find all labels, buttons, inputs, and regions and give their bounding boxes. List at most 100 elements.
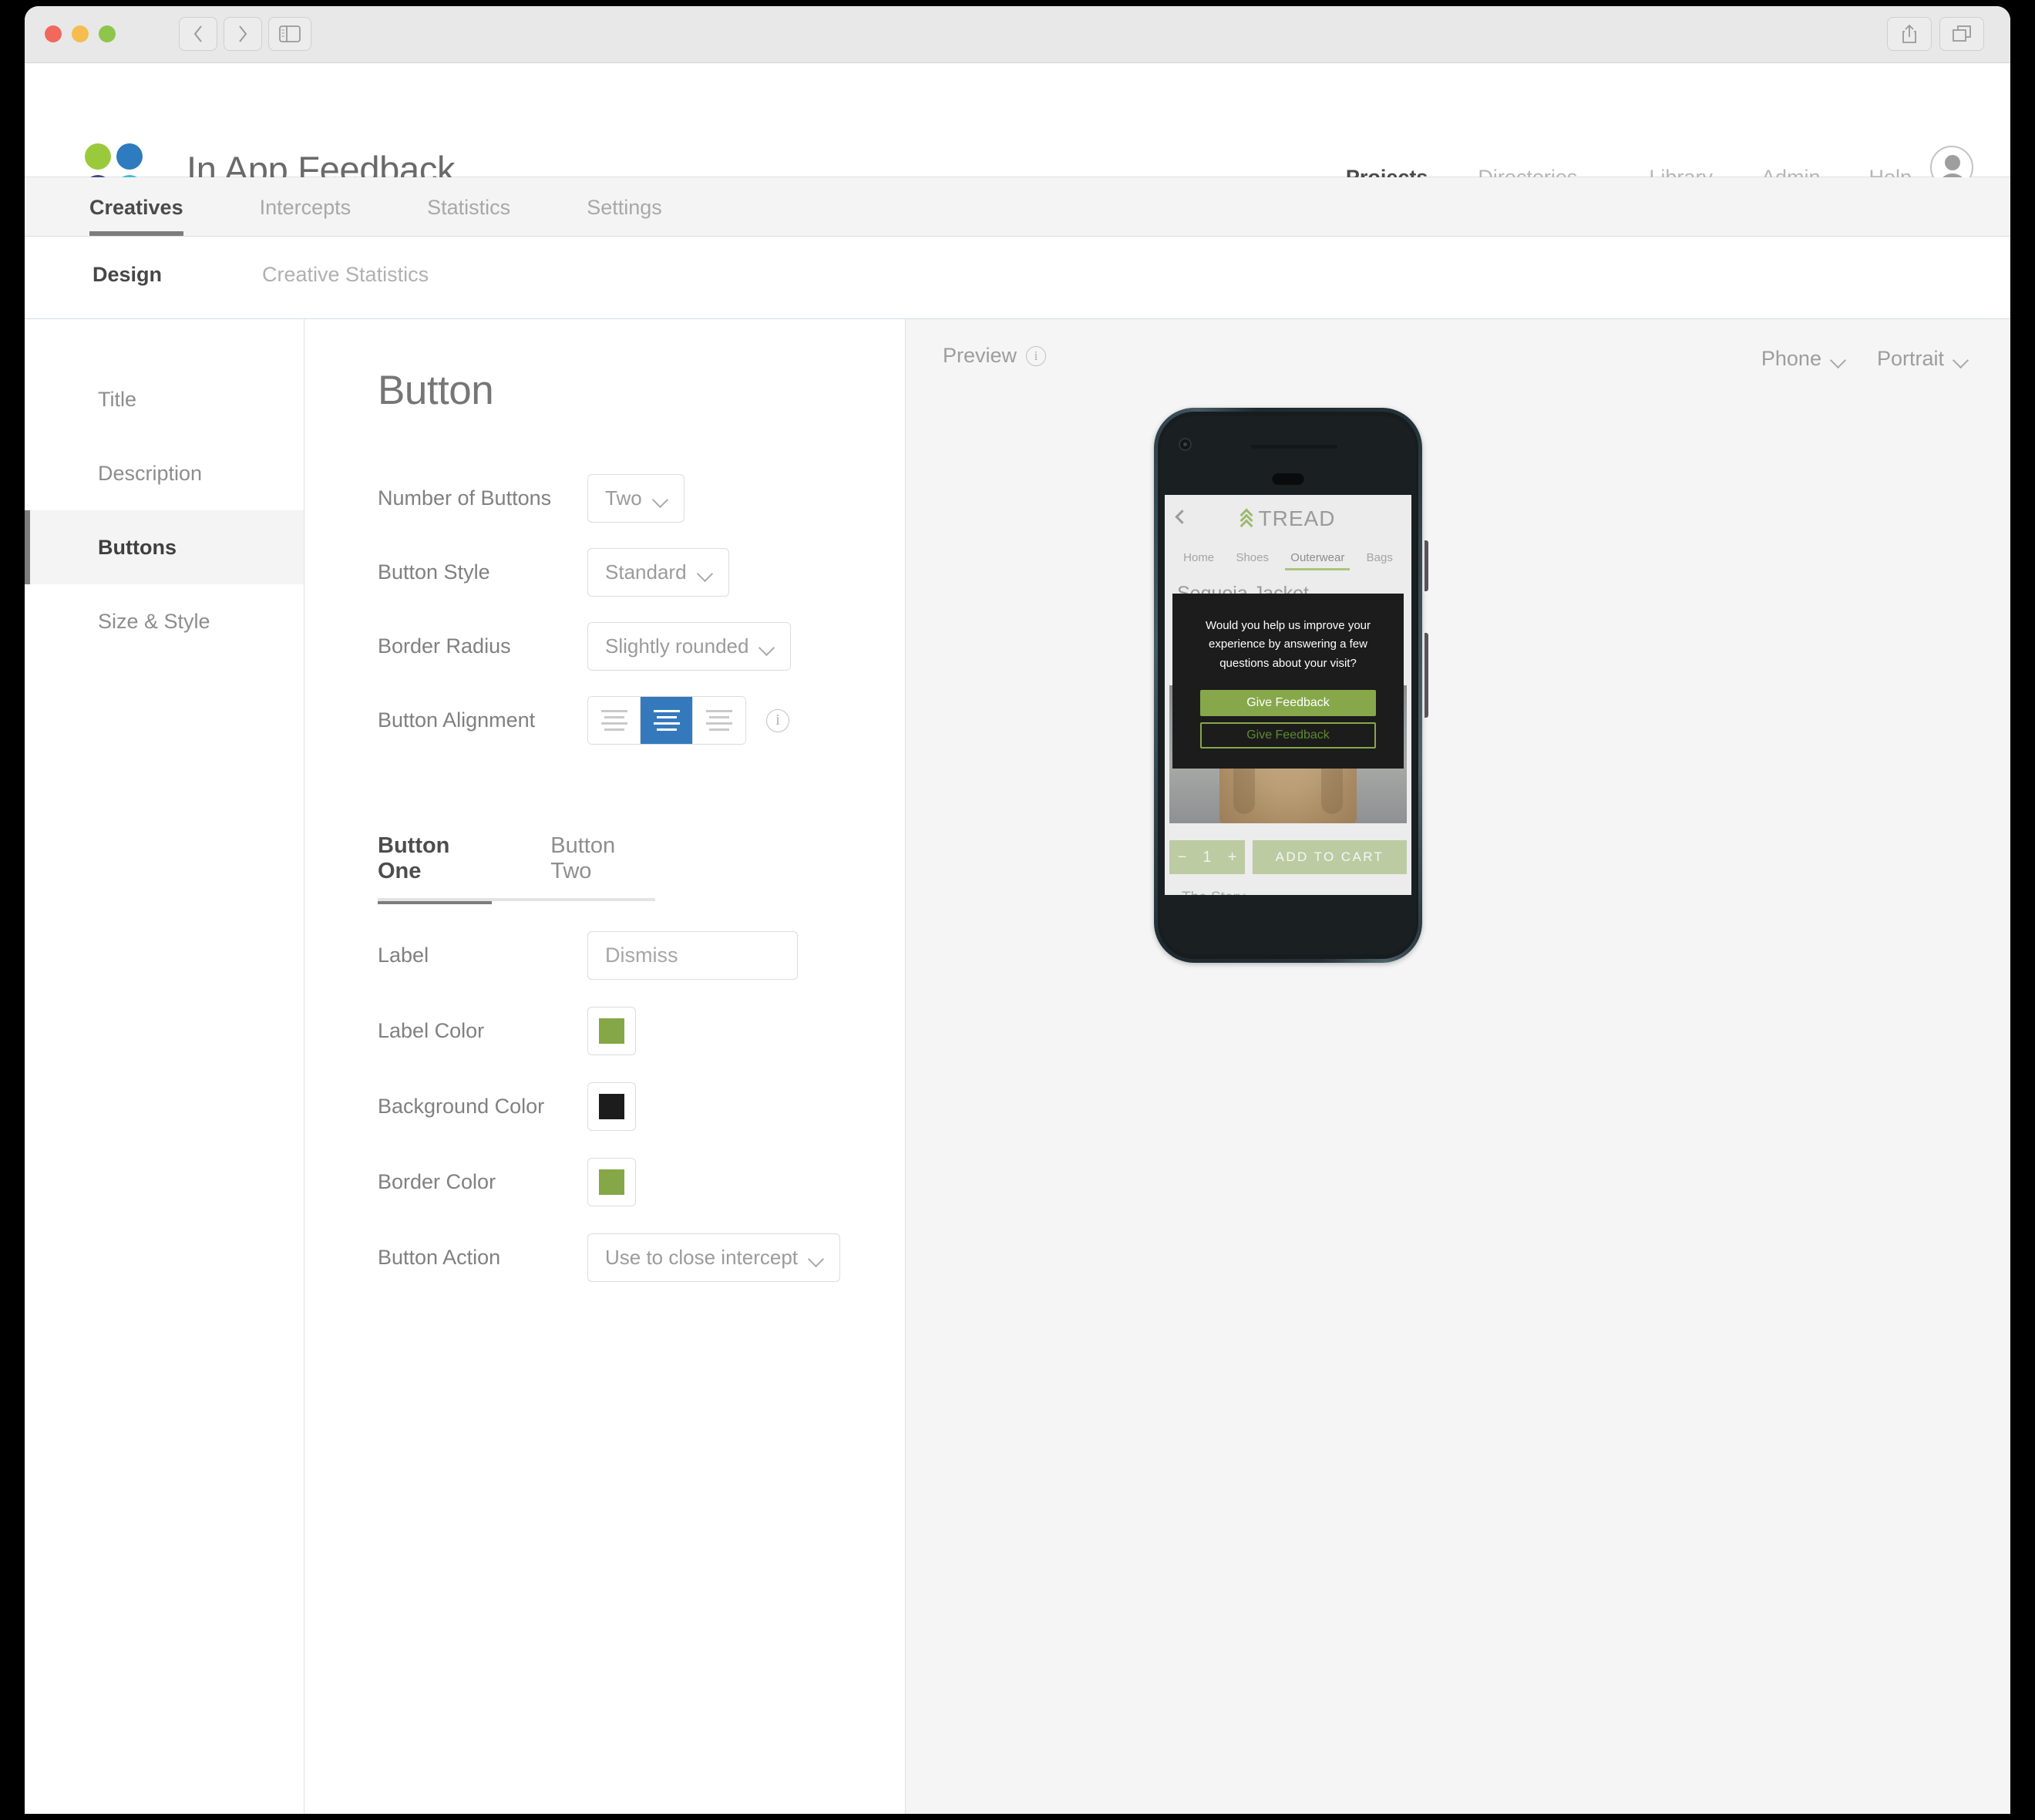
back-button[interactable] — [179, 17, 217, 51]
chevron-down-icon — [698, 568, 715, 577]
button-action-select[interactable]: Use to close intercept — [587, 1233, 840, 1282]
panel-heading: Button — [378, 367, 905, 414]
subtab-creative-statistics[interactable]: Creative Statistics — [262, 263, 429, 287]
sidebar-item-buttons[interactable]: Buttons — [25, 510, 304, 584]
label-input[interactable]: Dismiss — [587, 931, 798, 980]
field-button-style: Button Style Standard — [378, 548, 905, 597]
window-titlebar — [25, 6, 2010, 63]
chevron-down-icon — [1953, 355, 1970, 364]
minimize-window-button[interactable] — [72, 25, 89, 42]
secondary-tabs: Design Creative Statistics — [25, 237, 2010, 319]
number-of-buttons-select[interactable]: Two — [587, 474, 684, 523]
sidebar-item-description[interactable]: Description — [25, 436, 304, 510]
increment-button[interactable]: + — [1228, 849, 1237, 866]
field-label: Label — [378, 944, 587, 967]
primary-tabs: Creatives Intercepts Statistics Settings — [25, 177, 2010, 237]
camera-icon — [1179, 438, 1192, 451]
browser-nav-buttons — [179, 17, 311, 51]
decrement-button[interactable]: − — [1178, 849, 1187, 866]
store-nav-shoes[interactable]: Shoes — [1236, 551, 1269, 570]
story-heading: The Story — [1182, 890, 1245, 895]
field-label-text: Label Dismiss — [378, 931, 905, 980]
select-value: Two — [605, 486, 642, 510]
tab-button-two[interactable]: Button Two — [550, 833, 655, 901]
align-center-option[interactable] — [641, 697, 693, 744]
tab-statistics[interactable]: Statistics — [427, 177, 510, 236]
app-screen: TREAD Home Shoes Outerwear Bags — [1165, 495, 1411, 895]
intercept-buttons: Give Feedback Give Feedback — [1188, 690, 1388, 749]
intercept-modal: Would you help us improve your experienc… — [1172, 594, 1404, 769]
sensor-strip — [1251, 445, 1337, 449]
app-header: In App Feedback Projects Directories Lib… — [25, 63, 2010, 177]
creative-sidebar: Title Description Buttons Size & Style — [25, 319, 304, 1814]
intercept-secondary-button[interactable]: Give Feedback — [1200, 722, 1376, 749]
show-tabs-button[interactable] — [1939, 17, 1984, 51]
tab-button-one[interactable]: Button One — [378, 833, 492, 901]
info-icon[interactable]: i — [766, 709, 789, 732]
align-right-option[interactable] — [693, 697, 745, 744]
field-number-of-buttons: Number of Buttons Two — [378, 474, 905, 523]
background-color-picker[interactable] — [587, 1082, 636, 1131]
traffic-lights — [45, 25, 116, 42]
border-radius-select[interactable]: Slightly rounded — [587, 622, 791, 671]
field-border-color: Border Color — [378, 1158, 905, 1206]
subtab-design[interactable]: Design — [92, 263, 162, 287]
phone-volume-button — [1424, 540, 1428, 591]
device-select[interactable]: Phone — [1761, 347, 1848, 371]
align-left-option[interactable] — [588, 697, 641, 744]
intercept-primary-button[interactable]: Give Feedback — [1200, 690, 1376, 716]
earpiece-speaker — [1273, 473, 1304, 485]
sidebar-item-title[interactable]: Title — [25, 362, 304, 436]
chevron-down-icon — [653, 494, 670, 503]
store-nav-outerwear[interactable]: Outerwear — [1290, 551, 1344, 570]
field-label-color: Label Color — [378, 1007, 905, 1055]
tab-creatives[interactable]: Creatives — [89, 177, 183, 236]
phone-power-button — [1424, 633, 1428, 718]
tab-settings[interactable]: Settings — [587, 177, 662, 236]
color-swatch — [599, 1169, 624, 1195]
field-label: Button Alignment — [378, 708, 587, 732]
sidebar-toggle-button[interactable] — [268, 17, 311, 51]
main-body: Title Description Buttons Size & Style B… — [25, 319, 2010, 1814]
border-color-picker[interactable] — [587, 1158, 636, 1206]
close-window-button[interactable] — [45, 25, 62, 42]
tabs-icon — [1952, 25, 1972, 43]
orientation-value: Portrait — [1877, 347, 1944, 371]
field-button-action: Button Action Use to close intercept — [378, 1233, 905, 1282]
sidebar-item-size-style[interactable]: Size & Style — [25, 584, 304, 658]
select-value: Use to close intercept — [605, 1246, 798, 1270]
field-label: Background Color — [378, 1095, 587, 1119]
field-label: Border Color — [378, 1170, 587, 1194]
color-swatch — [599, 1094, 624, 1119]
chevron-down-icon — [759, 642, 776, 651]
store-nav-bags[interactable]: Bags — [1367, 551, 1393, 570]
field-label: Border Radius — [378, 634, 587, 658]
orientation-select[interactable]: Portrait — [1877, 347, 1970, 371]
quantity-stepper: − 1 + — [1169, 840, 1245, 874]
chevron-down-icon — [809, 1253, 826, 1263]
store-nav: Home Shoes Outerwear Bags — [1165, 543, 1411, 570]
forward-button[interactable] — [224, 17, 262, 51]
select-value: Slightly rounded — [605, 634, 748, 658]
maximize-window-button[interactable] — [99, 25, 116, 42]
preview-pane: Preview i Phone Portrait — [906, 319, 2010, 1814]
field-label: Button Action — [378, 1246, 587, 1270]
phone-bezel: TREAD Home Shoes Outerwear Bags — [1158, 412, 1418, 959]
brand-name: TREAD — [1259, 506, 1336, 531]
sidebar-icon — [279, 25, 301, 42]
chevron-left-icon — [193, 25, 204, 43]
button-style-select[interactable]: Standard — [587, 548, 729, 597]
cart-controls: − 1 + ADD TO CART — [1169, 840, 1407, 874]
chevron-down-icon — [1831, 355, 1848, 364]
color-swatch — [599, 1018, 624, 1044]
quantity-value: 1 — [1202, 849, 1211, 866]
add-to-cart-button[interactable]: ADD TO CART — [1253, 840, 1407, 874]
tab-intercepts[interactable]: Intercepts — [260, 177, 352, 236]
phone-mockup: TREAD Home Shoes Outerwear Bags — [1154, 408, 1422, 963]
info-icon[interactable]: i — [1026, 346, 1046, 366]
back-chevron-icon[interactable] — [1175, 510, 1189, 523]
label-color-picker[interactable] — [587, 1007, 636, 1055]
store-nav-home[interactable]: Home — [1183, 551, 1214, 570]
intercept-question: Would you help us improve your experienc… — [1188, 611, 1388, 673]
share-button[interactable] — [1887, 17, 1932, 51]
